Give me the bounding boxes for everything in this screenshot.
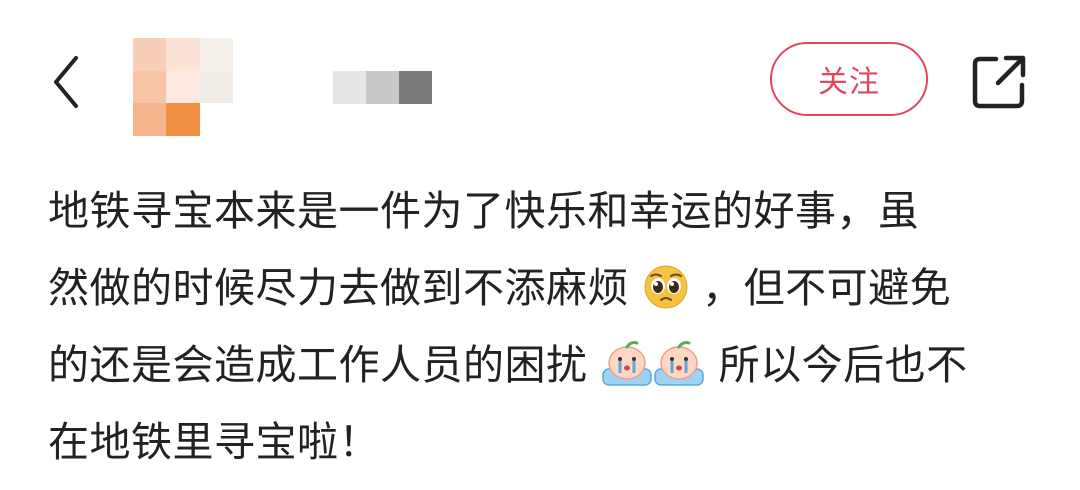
share-external-icon — [972, 55, 1026, 109]
post-text-line: 然做的时候尽力去做到不添麻烦 ，但不可避免 — [48, 259, 1038, 317]
back-button[interactable] — [42, 50, 92, 114]
post-text-line: 在地铁里寻宝啦！ — [48, 418, 380, 466]
pleading-face-icon — [643, 264, 689, 325]
share-button[interactable] — [970, 53, 1028, 111]
crying-peach-icon — [601, 339, 705, 402]
username[interactable] — [333, 71, 432, 104]
post-text-segment: 所以今后也不 — [718, 341, 968, 389]
post-text-segment: 然做的时候尽力去做到不添麻烦 — [48, 264, 629, 312]
avatar[interactable] — [133, 38, 233, 136]
post-text-line: 的还是会造成工作人员的困扰 所以今后也不 — [48, 336, 1038, 394]
post-header: 关注 — [0, 0, 1080, 170]
post-body: 地铁寻宝本来是一件为了快乐和幸运的好事，虽 然做的时候尽力去做到不添麻烦 ，但不… — [48, 182, 1038, 490]
chevron-left-icon — [54, 56, 78, 108]
post-text-line: 地铁寻宝本来是一件为了快乐和幸运的好事，虽 — [48, 187, 920, 235]
post-text-segment: 的还是会造成工作人员的困扰 — [48, 341, 588, 389]
follow-button[interactable]: 关注 — [770, 42, 928, 116]
post-text-segment: ，但不可避免 — [702, 264, 952, 312]
